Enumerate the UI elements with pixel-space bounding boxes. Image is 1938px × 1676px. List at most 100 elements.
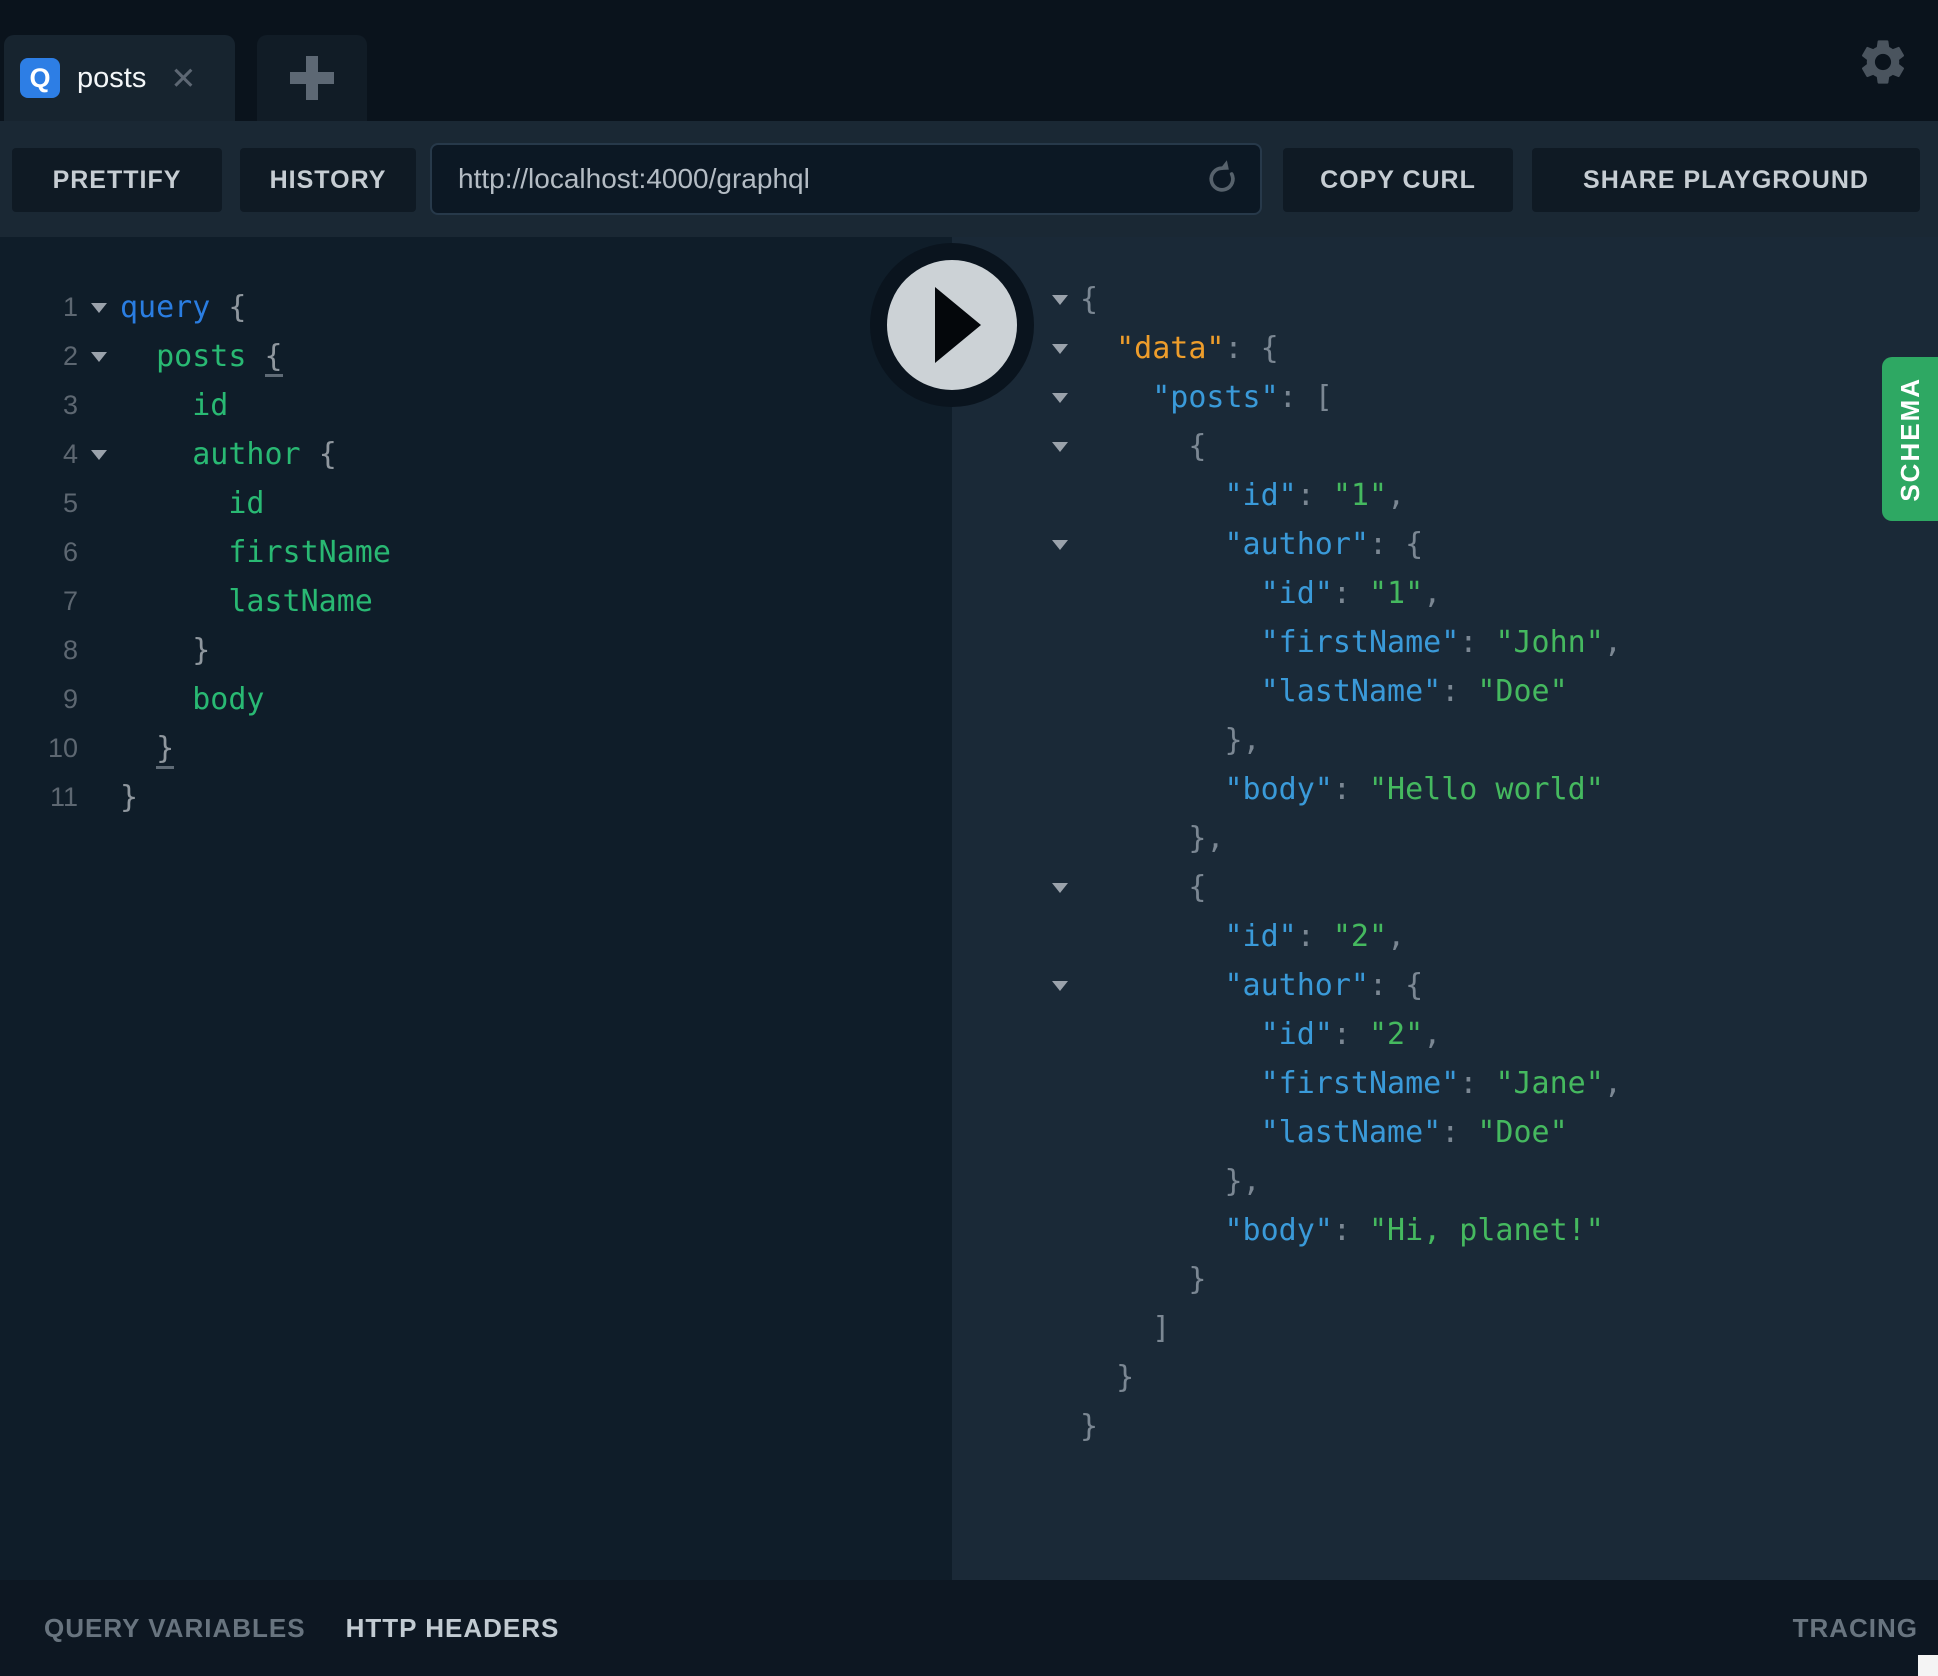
fold-arrow-icon[interactable]: [78, 283, 120, 332]
code-text: "id": "2",: [1080, 1017, 1441, 1052]
code-line: "author": {: [952, 961, 1938, 1010]
query-editor-pane[interactable]: 1query {2 posts {3 id4 author {5 id6 fir…: [0, 237, 952, 1580]
code-line: 5 id: [0, 479, 952, 528]
code-text: }: [120, 780, 138, 815]
copy-curl-button[interactable]: COPY CURL: [1283, 148, 1513, 212]
fold-spacer: [1040, 1157, 1080, 1206]
code-line: "firstName": "Jane",: [952, 1059, 1938, 1108]
fold-spacer: [1040, 814, 1080, 863]
http-headers-tab[interactable]: HTTP HEADERS: [346, 1613, 560, 1644]
fold-spacer: [1040, 1059, 1080, 1108]
code-text: lastName: [120, 584, 373, 619]
query-variables-tab[interactable]: QUERY VARIABLES: [44, 1613, 306, 1644]
fold-spacer: [1040, 765, 1080, 814]
fold-spacer: [1040, 471, 1080, 520]
top-bar: Q posts ✕: [0, 0, 1938, 121]
resize-corner: [1918, 1655, 1938, 1676]
code-text: "body": "Hi, planet!": [1080, 1213, 1604, 1248]
history-button[interactable]: HISTORY: [240, 148, 416, 212]
fold-arrow-icon[interactable]: [1040, 373, 1080, 422]
code-line: 6 firstName: [0, 528, 952, 577]
bottom-bar: QUERY VARIABLES HTTP HEADERS TRACING: [0, 1580, 1938, 1676]
fold-spacer: [1040, 618, 1080, 667]
code-text: }: [1080, 1409, 1098, 1444]
fold-spacer: [1040, 1353, 1080, 1402]
code-line: 3 id: [0, 381, 952, 430]
code-line: }: [952, 1255, 1938, 1304]
endpoint-url-input[interactable]: http://localhost:4000/graphql: [430, 143, 1262, 215]
endpoint-url-value: http://localhost:4000/graphql: [458, 163, 810, 195]
line-number: 9: [0, 684, 78, 715]
query-type-badge: Q: [20, 58, 60, 98]
fold-spacer: [78, 626, 120, 675]
fold-spacer: [1040, 912, 1080, 961]
line-number: 1: [0, 292, 78, 323]
fold-arrow-icon[interactable]: [78, 332, 120, 381]
line-number: 7: [0, 586, 78, 617]
settings-button[interactable]: [1856, 35, 1910, 89]
share-playground-button[interactable]: SHARE PLAYGROUND: [1532, 148, 1920, 212]
code-text: firstName: [120, 535, 391, 570]
fold-arrow-icon[interactable]: [1040, 275, 1080, 324]
play-icon: [935, 287, 981, 363]
fold-arrow-icon[interactable]: [1040, 422, 1080, 471]
fold-arrow-icon[interactable]: [1040, 324, 1080, 373]
response-json: { "data": { "posts": [ { "id": "1", "aut…: [952, 237, 1938, 1451]
tab-title: posts: [77, 62, 146, 95]
reload-schema-button[interactable]: [1202, 159, 1242, 199]
graphql-playground-window: Q posts ✕ PRETTIFY HISTORY http://localh…: [0, 0, 1938, 1676]
code-line: "id": "2",: [952, 912, 1938, 961]
schema-tab-label: SCHEMA: [1895, 377, 1926, 502]
code-line: ]: [952, 1304, 1938, 1353]
line-number: 2: [0, 341, 78, 372]
code-text: },: [1080, 1164, 1261, 1199]
execute-query-button[interactable]: [870, 243, 1034, 407]
schema-sidebar-tab[interactable]: SCHEMA: [1882, 357, 1938, 521]
line-number: 6: [0, 537, 78, 568]
code-text: {: [1080, 429, 1206, 464]
fold-arrow-icon[interactable]: [78, 430, 120, 479]
fold-spacer: [78, 675, 120, 724]
code-line: "author": {: [952, 520, 1938, 569]
code-text: "posts": [: [1080, 380, 1333, 415]
tab-posts[interactable]: Q posts ✕: [4, 35, 235, 121]
close-tab-icon[interactable]: ✕: [170, 63, 196, 94]
fold-spacer: [1040, 716, 1080, 765]
code-line: "lastName": "Doe": [952, 1108, 1938, 1157]
code-text: author {: [120, 437, 337, 472]
prettify-button[interactable]: PRETTIFY: [12, 148, 222, 212]
code-text: "id": "1",: [1080, 478, 1405, 513]
fold-spacer: [1040, 569, 1080, 618]
code-line: "firstName": "John",: [952, 618, 1938, 667]
code-line: "body": "Hi, planet!": [952, 1206, 1938, 1255]
fold-spacer: [1040, 1010, 1080, 1059]
fold-arrow-icon[interactable]: [1040, 863, 1080, 912]
fold-spacer: [1040, 1304, 1080, 1353]
query-editor-code[interactable]: 1query {2 posts {3 id4 author {5 id6 fir…: [0, 237, 952, 822]
fold-arrow-icon[interactable]: [1040, 520, 1080, 569]
fold-spacer: [78, 577, 120, 626]
gear-icon: [1856, 35, 1910, 89]
code-line: },: [952, 716, 1938, 765]
code-line: "id": "1",: [952, 471, 1938, 520]
code-line: 10 }: [0, 724, 952, 773]
fold-arrow-icon[interactable]: [1040, 961, 1080, 1010]
code-line: 7 lastName: [0, 577, 952, 626]
code-text: "firstName": "John",: [1080, 625, 1622, 660]
tracing-tab[interactable]: TRACING: [1793, 1613, 1918, 1644]
line-number: 8: [0, 635, 78, 666]
code-line: 11}: [0, 773, 952, 822]
plus-icon: [290, 56, 334, 100]
code-line: "data": {: [952, 324, 1938, 373]
fold-spacer: [78, 528, 120, 577]
code-line: "posts": [: [952, 373, 1938, 422]
response-pane: { "data": { "posts": [ { "id": "1", "aut…: [952, 237, 1938, 1580]
code-text: body: [120, 682, 265, 717]
refresh-icon: [1202, 159, 1242, 199]
code-text: "lastName": "Doe": [1080, 674, 1568, 709]
code-text: "firstName": "Jane",: [1080, 1066, 1622, 1101]
fold-spacer: [1040, 1402, 1080, 1451]
new-tab-button[interactable]: [257, 35, 367, 121]
code-line: },: [952, 814, 1938, 863]
code-line: 9 body: [0, 675, 952, 724]
